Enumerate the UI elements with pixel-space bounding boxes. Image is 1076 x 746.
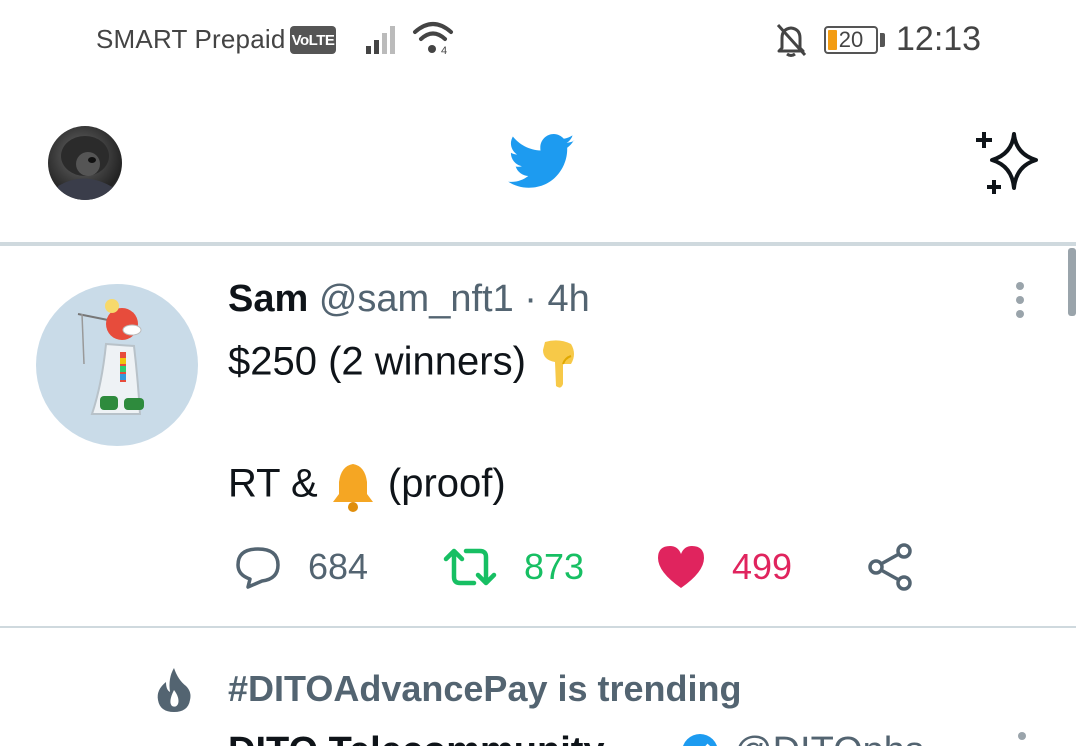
next-tweet-handle[interactable]: @DITOphs	[734, 730, 924, 746]
clock: 12:13	[896, 20, 982, 58]
reply-icon	[236, 547, 280, 589]
separator-dot: ·	[524, 278, 537, 320]
tweet-rt-text: RT &	[228, 461, 318, 506]
share-button[interactable]	[866, 542, 916, 592]
retweet-button[interactable]: 873	[442, 542, 584, 592]
tweet-header: Sam @sam_nft1 · 4h	[228, 278, 590, 321]
status-bar: SMART Prepaid VoLTE 4 20 12:13	[0, 0, 1076, 82]
twitter-bird-icon[interactable]	[508, 134, 576, 190]
display-name[interactable]: Sam	[228, 278, 308, 320]
signal-icon	[366, 26, 395, 54]
battery-indicator: 20	[824, 26, 878, 54]
user-handle[interactable]: @sam_nft1	[319, 278, 514, 320]
tweet-divider	[0, 626, 1076, 628]
share-icon	[868, 543, 912, 591]
bell-off-icon	[776, 23, 807, 57]
tweet-prize-text: $250 (2 winners)	[228, 339, 526, 384]
bell-emoji-icon	[332, 464, 373, 512]
sparkle-icon[interactable]	[972, 128, 1044, 198]
like-count: 499	[732, 546, 793, 587]
more-options-icon[interactable]	[1012, 280, 1028, 320]
flame-icon	[157, 668, 191, 712]
app-header	[0, 82, 1076, 244]
battery-level: 20	[838, 27, 864, 52]
avatar[interactable]	[36, 284, 198, 446]
tweet[interactable]: Sam @sam_nft1 · 4h $250 (2 winners) RT &…	[0, 246, 1076, 626]
retweet-count: 873	[524, 546, 585, 587]
reply-count: 684	[308, 546, 369, 587]
pointing-down-emoji-icon	[543, 340, 575, 388]
trending-label[interactable]: #DITOAdvancePay is trending	[228, 668, 742, 710]
svg-text:4: 4	[441, 45, 447, 56]
carrier-name: SMART Prepaid	[96, 24, 286, 54]
reply-button[interactable]: 684	[234, 542, 368, 592]
next-tweet-more-icon[interactable]	[1014, 730, 1030, 746]
tweet-text-line: $250 (2 winners)	[228, 338, 581, 390]
retweet-icon	[443, 548, 497, 586]
heart-icon	[658, 546, 704, 588]
tweet-actions: 684 873 499	[0, 542, 1076, 592]
tweet-text-line: RT & (proof)	[228, 460, 506, 512]
verified-badge-icon	[683, 734, 717, 746]
tweet-proof-text: (proof)	[387, 461, 506, 506]
like-button[interactable]: 499	[656, 542, 792, 592]
profile-avatar[interactable]	[48, 126, 122, 200]
wifi-icon: 4	[413, 22, 453, 56]
battery-tip	[880, 33, 885, 47]
tweet-time: 4h	[547, 278, 590, 320]
volte-badge: VoLTE	[290, 26, 336, 54]
next-tweet-display-name[interactable]: DITO Telecommunity	[228, 730, 605, 746]
